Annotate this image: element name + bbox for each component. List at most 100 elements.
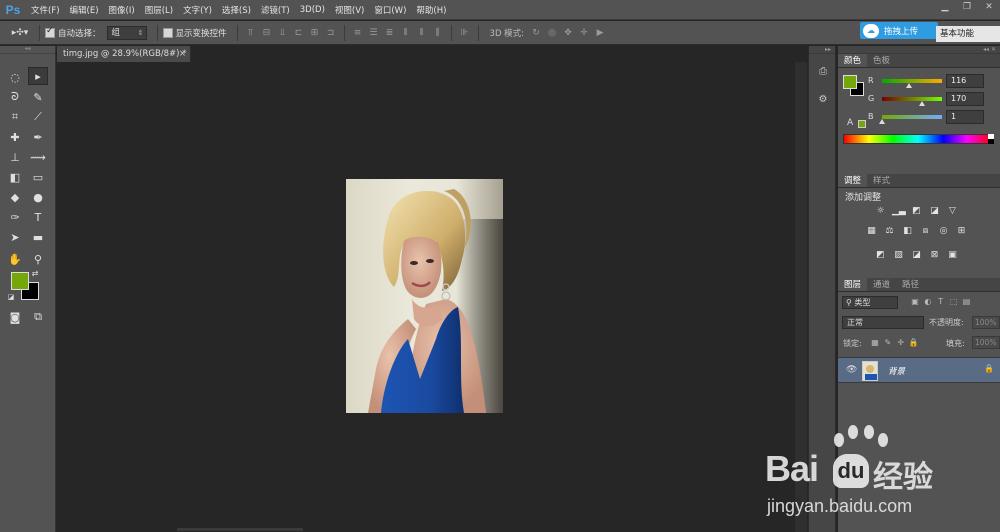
spectrum-black[interactable] bbox=[988, 139, 994, 144]
hue-saturation-icon[interactable]: ▦ bbox=[865, 226, 878, 237]
green-slider-thumb[interactable] bbox=[919, 101, 925, 106]
upload-button[interactable]: ☁ 拖拽上传 bbox=[860, 22, 938, 39]
distribute-right-icon[interactable]: ⫼ bbox=[431, 27, 445, 39]
menu-image[interactable]: 图像(I) bbox=[104, 4, 140, 16]
invert-icon[interactable]: ◩ bbox=[874, 250, 887, 261]
default-colors-icon[interactable]: ◪ bbox=[6, 292, 16, 302]
gradient-map-icon[interactable]: ⊠ bbox=[928, 250, 941, 261]
restore-button[interactable]: ❐ bbox=[956, 0, 978, 14]
curves-icon[interactable]: ◩ bbox=[910, 206, 923, 217]
auto-select-dropdown[interactable]: 组 bbox=[106, 25, 147, 40]
panels-grip[interactable]: ◂◂ ✕ bbox=[838, 46, 1000, 54]
align-bottom-icon[interactable]: ⫫ bbox=[276, 27, 290, 39]
document-tab-close-icon[interactable]: × bbox=[179, 46, 186, 62]
blend-mode-dropdown[interactable]: 正常 bbox=[842, 316, 924, 329]
filter-smart-icon[interactable]: ▤ bbox=[962, 297, 972, 306]
align-right-icon[interactable]: ⊐ bbox=[324, 27, 338, 39]
menu-view[interactable]: 视图(V) bbox=[330, 4, 369, 16]
lasso-tool-icon[interactable]: ᘐ bbox=[5, 88, 25, 106]
menu-file[interactable]: 文件(F) bbox=[26, 4, 65, 16]
pen-tool-icon[interactable]: ✑ bbox=[5, 208, 25, 226]
quick-mask-icon[interactable]: ◙ bbox=[5, 308, 25, 326]
distribute-top-icon[interactable]: ≡ bbox=[351, 27, 365, 39]
threshold-icon[interactable]: ◪ bbox=[910, 250, 923, 261]
menu-edit[interactable]: 编辑(E) bbox=[65, 4, 104, 16]
blue-value-field[interactable]: 1 bbox=[946, 110, 984, 124]
foreground-color-swatch[interactable] bbox=[11, 272, 29, 290]
fill-field[interactable]: 100% bbox=[972, 336, 1000, 349]
hand-tool-icon[interactable]: ✋ bbox=[5, 250, 25, 268]
black-white-icon[interactable]: ◧ bbox=[901, 226, 914, 237]
distribute-hcenter-icon[interactable]: ⦀ bbox=[415, 27, 429, 39]
3d-drag-icon[interactable]: ✥ bbox=[561, 27, 575, 39]
3d-rotate-icon[interactable]: ↻ bbox=[529, 27, 543, 39]
distribute-vcenter-icon[interactable]: ☰ bbox=[367, 27, 381, 39]
tab-channels[interactable]: 通道 bbox=[867, 278, 896, 291]
move-tool-icon[interactable]: ▸ bbox=[28, 67, 48, 85]
history-brush-icon[interactable]: ⟿ bbox=[28, 148, 48, 166]
marquee-tool-icon[interactable]: ◌ bbox=[5, 68, 25, 86]
3d-slide-icon[interactable]: ✛ bbox=[577, 27, 591, 39]
tab-adjustments[interactable]: 调整 bbox=[838, 174, 868, 187]
align-vcenter-icon[interactable]: ⊟ bbox=[260, 27, 274, 39]
green-slider-track[interactable] bbox=[882, 97, 942, 101]
distribute-left-icon[interactable]: ⫴ bbox=[399, 27, 413, 39]
selective-color-icon[interactable]: ▣ bbox=[946, 250, 959, 261]
healing-brush-icon[interactable]: ✚ bbox=[5, 128, 25, 146]
history-panel-icon[interactable]: ⎙ bbox=[813, 66, 833, 82]
align-hcenter-icon[interactable]: ⊞ bbox=[308, 27, 322, 39]
gamut-warning-swatch[interactable] bbox=[858, 120, 866, 128]
horizontal-scrollbar-thumb[interactable] bbox=[177, 528, 303, 531]
menu-select[interactable]: 选择(S) bbox=[217, 4, 256, 16]
color-spectrum-bar[interactable] bbox=[843, 134, 993, 144]
lock-all-icon[interactable]: 🔒 bbox=[909, 338, 919, 347]
opacity-field[interactable]: 100% bbox=[972, 316, 1000, 329]
minimize-button[interactable]: ▁ bbox=[934, 0, 956, 14]
filter-type-icon[interactable]: T bbox=[936, 297, 946, 306]
move-tool-preset-icon[interactable]: ▸✣▾ bbox=[7, 27, 33, 39]
dock-grip[interactable]: ▸▸ bbox=[809, 46, 835, 54]
tab-styles[interactable]: 样式 bbox=[867, 174, 896, 187]
canvas-area[interactable] bbox=[57, 62, 807, 532]
eraser-tool-icon[interactable]: ◧ bbox=[5, 168, 25, 186]
photo-filter-icon[interactable]: ⧈ bbox=[919, 226, 932, 237]
brush-tool-icon[interactable]: ✒ bbox=[28, 128, 48, 146]
document-image[interactable] bbox=[346, 179, 503, 413]
blue-slider-track[interactable] bbox=[882, 115, 942, 119]
properties-panel-icon[interactable]: ⚙ bbox=[813, 94, 833, 110]
posterize-icon[interactable]: ▨ bbox=[892, 250, 905, 261]
close-button[interactable]: ✕ bbox=[978, 0, 1000, 14]
gamut-warning-icon[interactable]: A bbox=[847, 118, 853, 128]
document-tab[interactable]: timg.jpg @ 28.9%(RGB/8#) * × bbox=[57, 46, 191, 62]
workspace-dropdown[interactable]: 基本功能 bbox=[936, 26, 1000, 42]
exposure-icon[interactable]: ◪ bbox=[928, 206, 941, 217]
swap-colors-icon[interactable]: ⇄ bbox=[29, 267, 41, 279]
blue-slider-thumb[interactable] bbox=[879, 119, 886, 124]
lock-position-icon[interactable]: ✛ bbox=[896, 338, 906, 347]
tab-layers[interactable]: 图层 bbox=[838, 278, 868, 291]
rectangle-tool-icon[interactable]: ▬ bbox=[28, 228, 48, 246]
auto-align-icon[interactable]: ⊪ bbox=[458, 27, 472, 39]
red-slider-thumb[interactable] bbox=[906, 83, 913, 88]
red-value-field[interactable]: 116 bbox=[946, 74, 984, 88]
color-balance-icon[interactable]: ⚖ bbox=[883, 226, 896, 237]
show-transform-checkbox[interactable] bbox=[162, 27, 173, 38]
3d-roll-icon[interactable]: ◎ bbox=[545, 27, 559, 39]
align-top-icon[interactable]: ⫪ bbox=[244, 27, 258, 39]
tab-color[interactable]: 颜色 bbox=[838, 54, 868, 67]
eyedropper-tool-icon[interactable]: ⟋ bbox=[28, 108, 48, 126]
blur-tool-icon[interactable]: ◆ bbox=[5, 188, 25, 206]
color-lookup-icon[interactable]: ⊞ bbox=[955, 226, 968, 237]
menu-window[interactable]: 窗口(W) bbox=[369, 4, 411, 16]
gradient-tool-icon[interactable]: ▭ bbox=[28, 168, 48, 186]
type-tool-icon[interactable]: T bbox=[28, 208, 48, 226]
crop-tool-icon[interactable]: ⌗ bbox=[5, 108, 25, 126]
auto-select-checkbox[interactable] bbox=[45, 26, 55, 38]
screen-mode-icon[interactable]: ⧉ bbox=[28, 308, 48, 326]
brightness-icon[interactable]: ☼ bbox=[874, 206, 887, 217]
distribute-bottom-icon[interactable]: ≣ bbox=[383, 27, 397, 39]
zoom-tool-icon[interactable]: ⚲ bbox=[28, 250, 48, 268]
quick-select-tool-icon[interactable]: ✎ bbox=[28, 88, 48, 106]
levels-icon[interactable]: ▁▃ bbox=[892, 206, 906, 217]
filter-shape-icon[interactable]: ⬚ bbox=[949, 297, 959, 306]
